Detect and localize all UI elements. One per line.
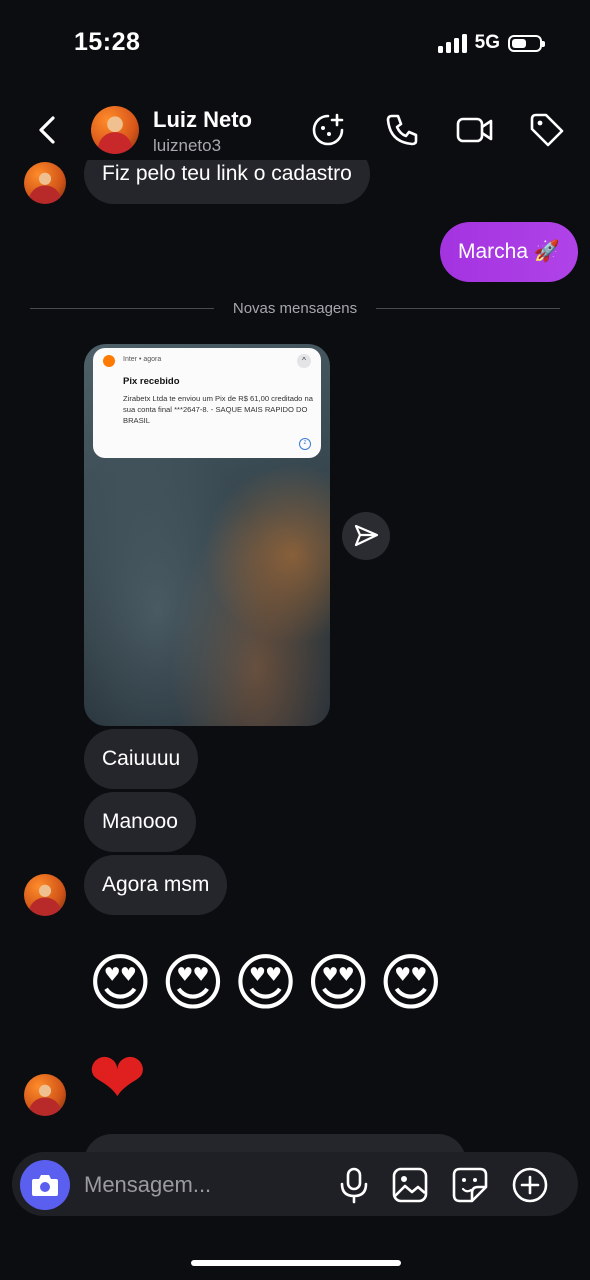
message-input[interactable]: Mensagem... [84, 1172, 211, 1198]
microphone-icon[interactable] [334, 1165, 374, 1205]
network-label: 5G [474, 32, 500, 53]
contact-name[interactable]: Luiz Neto [153, 107, 252, 133]
sticker-icon[interactable] [450, 1165, 490, 1205]
battery-icon [508, 34, 545, 52]
camera-button[interactable] [20, 1160, 70, 1210]
signal-icon [437, 33, 467, 53]
home-indicator [191, 1260, 401, 1266]
message-bubble-partial[interactable]: Fiz pelo teu link o cadastro [84, 160, 394, 204]
avatar[interactable] [24, 162, 66, 204]
phone-icon[interactable] [382, 110, 422, 150]
snooze-icon: z [299, 438, 311, 450]
message-text: Fiz pelo teu link o cadastro [84, 160, 370, 204]
avatar[interactable] [24, 874, 66, 916]
status-icons: 5G [437, 32, 545, 54]
chevron-up-icon: ^ [297, 354, 311, 368]
notification-app: Inter • agora [123, 356, 162, 363]
new-messages-label: Novas mensagens [232, 300, 358, 317]
notification-body: Zirabetx Ltda te enviou um Pix de R$ 61,… [123, 394, 313, 425]
avatar[interactable] [24, 1074, 66, 1116]
heart-message[interactable]: ❤ [88, 1036, 147, 1120]
send-icon [354, 524, 379, 547]
gallery-icon[interactable] [390, 1165, 430, 1205]
emoji-message[interactable]: 😍😍😍😍😍 [88, 944, 451, 1024]
share-button[interactable] [342, 512, 390, 560]
contact-handle[interactable]: luizneto3 [153, 136, 221, 156]
back-icon[interactable] [28, 110, 68, 150]
pix-notification: Inter • agora ^ Pix recebido Zirabetx Lt… [93, 348, 321, 458]
incoming-message[interactable]: Manooo [84, 792, 196, 852]
camera-icon [32, 1175, 58, 1196]
shared-photo[interactable]: Inter • agora ^ Pix recebido Zirabetx Lt… [84, 344, 330, 726]
sticker-game-icon[interactable] [308, 110, 348, 150]
bank-app-icon [103, 355, 115, 367]
avatar[interactable] [91, 106, 139, 154]
incoming-message[interactable]: Agora msm [84, 855, 228, 915]
notification-title: Pix recebido [123, 376, 180, 387]
video-icon[interactable] [455, 110, 495, 150]
incoming-message[interactable]: Caiuuuu [84, 729, 199, 789]
plus-icon[interactable] [510, 1165, 550, 1205]
outgoing-message[interactable]: Marcha 🚀 [439, 222, 578, 282]
status-time: 15:28 [74, 28, 141, 56]
tag-icon[interactable] [527, 110, 567, 150]
